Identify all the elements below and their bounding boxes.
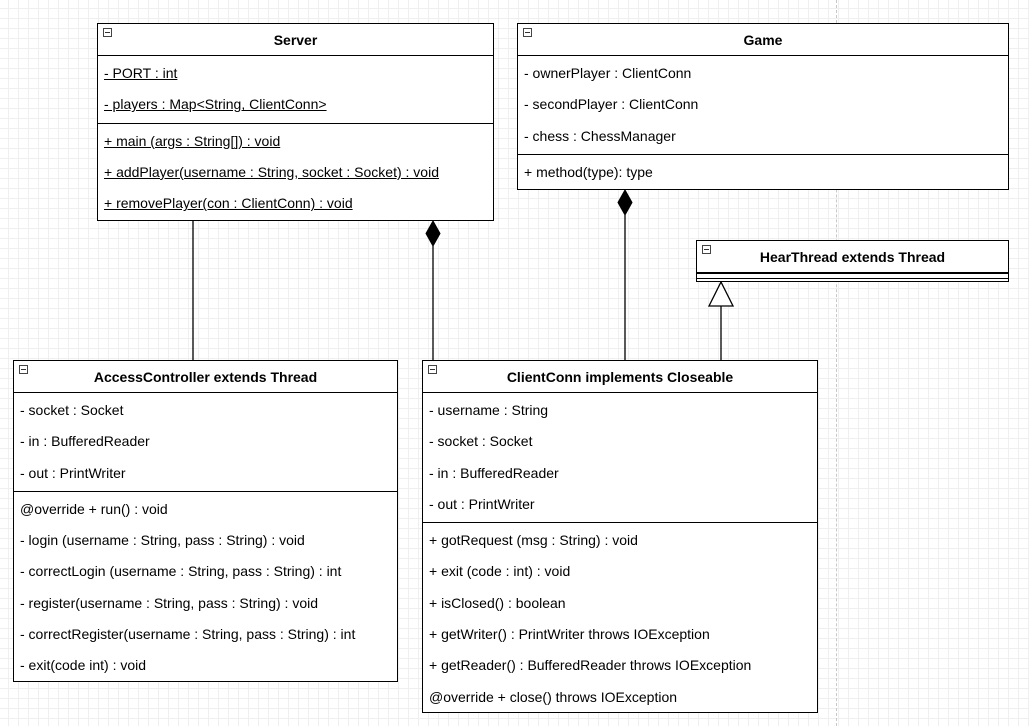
- method-row[interactable]: + isClosed() : boolean: [423, 588, 817, 619]
- method-row[interactable]: - exit(code int) : void: [14, 650, 397, 681]
- method-row[interactable]: + method(type): type: [518, 157, 1008, 188]
- attribute-row[interactable]: - PORT : int: [98, 58, 493, 89]
- method-row[interactable]: - login (username : String, pass : Strin…: [14, 525, 397, 556]
- class-header[interactable]: ClientConn implements Closeable: [423, 361, 817, 393]
- composition-diamond-game: [617, 188, 633, 217]
- method-row[interactable]: + removePlayer(con : ClientConn) : void: [98, 188, 493, 219]
- inheritance-arrowhead-hearthread: [707, 280, 735, 307]
- methods-section: @override + run() : void - login (userna…: [14, 490, 397, 684]
- collapse-icon[interactable]: [19, 365, 28, 374]
- attribute-row[interactable]: - secondPlayer : ClientConn: [518, 89, 1008, 120]
- composition-diamond-server: [425, 219, 441, 248]
- class-name: Game: [743, 31, 783, 48]
- methods-section: + method(type): type: [518, 153, 1008, 190]
- attribute-row[interactable]: - players : Map<String, ClientConn>: [98, 89, 493, 120]
- collapse-icon[interactable]: [702, 245, 711, 254]
- attribute-row[interactable]: - socket : Socket: [14, 395, 397, 426]
- class-header[interactable]: Game: [518, 24, 1008, 56]
- collapse-icon[interactable]: [428, 365, 437, 374]
- attribute-row[interactable]: - chess : ChessManager: [518, 121, 1008, 152]
- class-client-conn[interactable]: ClientConn implements Closeable - userna…: [422, 360, 818, 713]
- method-row[interactable]: - correctRegister(username : String, pas…: [14, 619, 397, 650]
- class-hear-thread[interactable]: HearThread extends Thread: [696, 240, 1009, 282]
- attribute-row[interactable]: - username : String: [423, 395, 817, 426]
- attributes-section: - ownerPlayer : ClientConn - secondPlaye…: [518, 56, 1008, 154]
- method-row[interactable]: @override + close() throws IOException: [423, 682, 817, 713]
- attribute-row[interactable]: - socket : Socket: [423, 426, 817, 457]
- class-name: AccessController extends Thread: [93, 368, 318, 385]
- class-name: Server: [273, 31, 318, 48]
- class-server[interactable]: Server - PORT : int - players : Map<Stri…: [97, 23, 494, 221]
- class-name: ClientConn implements Closeable: [506, 368, 734, 385]
- collapse-icon[interactable]: [523, 28, 532, 37]
- class-header[interactable]: AccessController extends Thread: [14, 361, 397, 393]
- class-access-controller[interactable]: AccessController extends Thread - socket…: [13, 360, 398, 682]
- method-row[interactable]: - correctLogin (username : String, pass …: [14, 556, 397, 587]
- method-row[interactable]: @override + run() : void: [14, 494, 397, 525]
- attributes-section: - username : String - socket : Socket - …: [423, 393, 817, 522]
- method-row[interactable]: + getWriter() : PrintWriter throws IOExc…: [423, 619, 817, 650]
- method-row[interactable]: + gotRequest (msg : String) : void: [423, 525, 817, 556]
- method-row[interactable]: + addPlayer(username : String, socket : …: [98, 157, 493, 188]
- method-row[interactable]: - register(username : String, pass : Str…: [14, 588, 397, 619]
- attribute-row[interactable]: - out : PrintWriter: [423, 489, 817, 520]
- method-row[interactable]: + getReader() : BufferedReader throws IO…: [423, 650, 817, 681]
- class-header[interactable]: Server: [98, 24, 493, 56]
- attributes-section: - PORT : int - players : Map<String, Cli…: [98, 56, 493, 123]
- collapse-icon[interactable]: [103, 28, 112, 37]
- attributes-section: - socket : Socket - in : BufferedReader …: [14, 393, 397, 491]
- methods-section: + main (args : String[]) : void + addPla…: [98, 122, 493, 222]
- method-row[interactable]: + main (args : String[]) : void: [98, 126, 493, 157]
- methods-section: + gotRequest (msg : String) : void + exi…: [423, 522, 817, 715]
- attribute-row[interactable]: - ownerPlayer : ClientConn: [518, 58, 1008, 89]
- class-header[interactable]: HearThread extends Thread: [697, 241, 1008, 273]
- attribute-row[interactable]: - out : PrintWriter: [14, 458, 397, 489]
- empty-methods-section: [697, 278, 1008, 282]
- class-name: HearThread extends Thread: [759, 248, 946, 265]
- class-game[interactable]: Game - ownerPlayer : ClientConn - second…: [517, 23, 1009, 190]
- method-row[interactable]: + exit (code : int) : void: [423, 556, 817, 587]
- attribute-row[interactable]: - in : BufferedReader: [14, 426, 397, 457]
- attribute-row[interactable]: - in : BufferedReader: [423, 458, 817, 489]
